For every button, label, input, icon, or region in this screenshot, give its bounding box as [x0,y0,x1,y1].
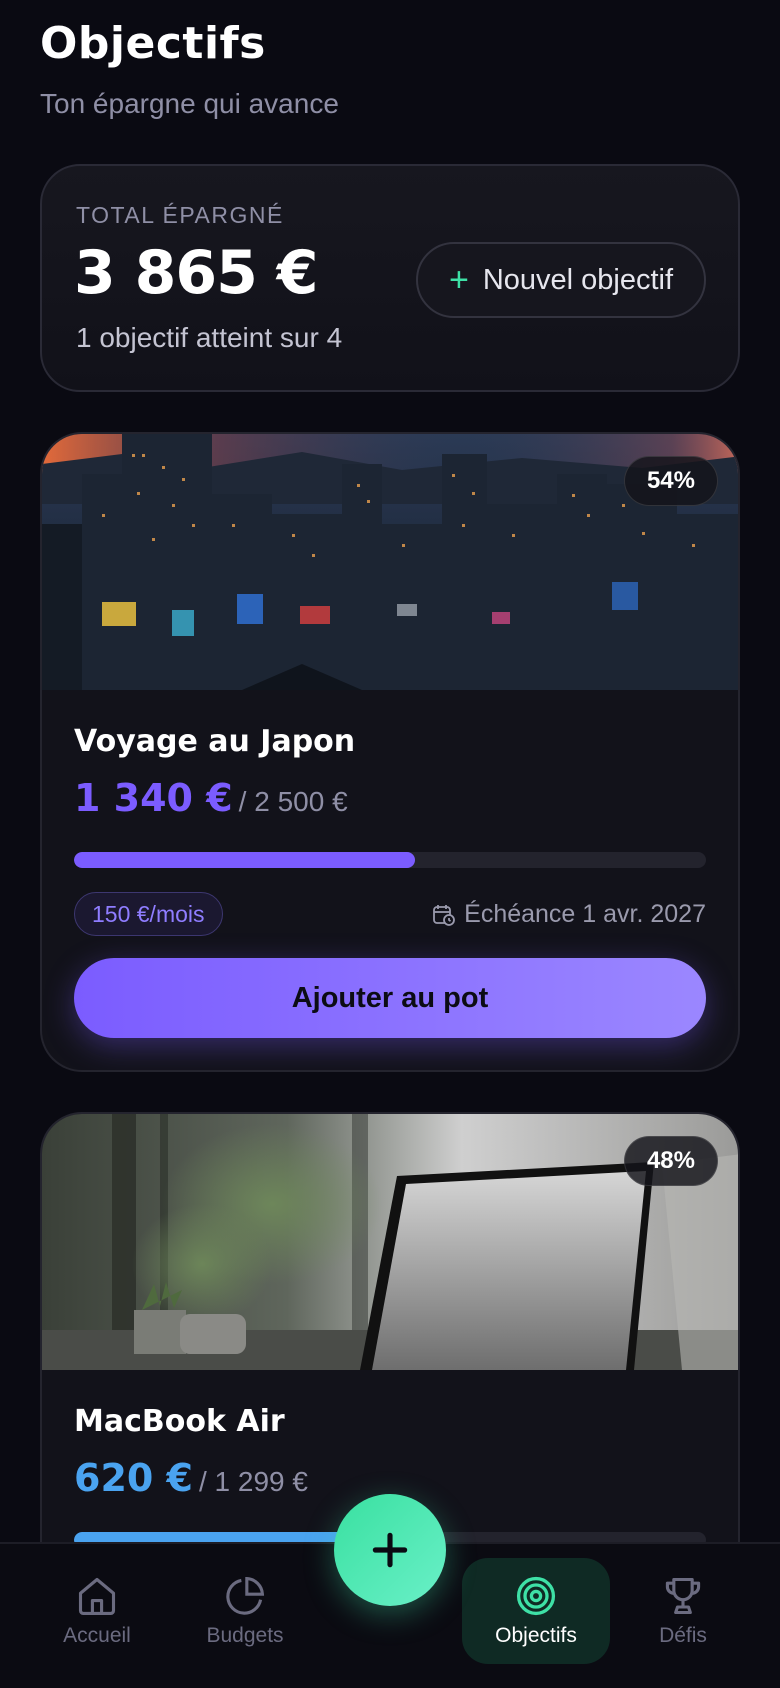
page-title: Objectifs [40,18,266,69]
nav-label: Budgets [206,1624,284,1647]
goals-achieved-status: 1 objectif atteint sur 4 [76,322,343,353]
page-subtitle: Ton épargne qui avance [40,88,339,119]
goal-amounts: 620 €/ 1 299 € [74,1456,308,1500]
trophy-icon [665,1577,701,1615]
goal-deadline: Échéance 1 avr. 2027 [432,900,706,929]
plus-icon: + [448,261,469,299]
percent-badge: 54% [623,456,718,506]
nav-item-defis[interactable]: Défis [618,1558,748,1664]
total-saved-amount: 3 865 € [74,238,319,308]
goal-saved-amount: 1 340 € [74,776,233,820]
pie-chart-icon [226,1576,265,1615]
nav-item-budgets[interactable]: Budgets [180,1558,310,1664]
goal-progress-bar [74,852,706,868]
goal-target-amount: / 2 500 € [238,786,348,817]
home-icon [78,1577,116,1615]
goal-progress-fill [74,852,416,868]
nav-label: Accueil [63,1624,131,1647]
add-transaction-fab[interactable] [334,1494,446,1606]
summary-card: TOTAL ÉPARGNÉ 3 865 € 1 objectif atteint… [40,164,740,392]
nav-label: Objectifs [495,1624,577,1647]
target-icon [516,1576,556,1616]
nav-item-objectifs[interactable]: Objectifs [462,1558,610,1664]
goal-card[interactable]: 54% Voyage au Japon 1 340 €/ 2 500 € 150… [40,432,740,1072]
goal-name: Voyage au Japon [74,724,356,759]
total-saved-label: TOTAL ÉPARGNÉ [76,202,284,228]
goal-deadline-text: Échéance 1 avr. 2027 [464,900,706,928]
nav-label: Défis [659,1624,707,1647]
goal-target-amount: / 1 299 € [199,1466,308,1497]
goal-image-laptop: 48% [42,1114,738,1370]
goal-amounts: 1 340 €/ 2 500 € [74,776,348,820]
new-goal-button[interactable]: + Nouvel objectif [416,242,706,318]
goal-image-city-night: 54% [42,434,738,690]
nav-item-accueil[interactable]: Accueil [32,1558,162,1664]
plus-icon [372,1532,408,1568]
goal-name: MacBook Air [74,1404,285,1439]
add-to-pot-button[interactable]: Ajouter au pot [74,958,706,1038]
monthly-contribution-chip: 150 €/mois [74,892,223,936]
goal-saved-amount: 620 € [74,1456,193,1500]
new-goal-label: Nouvel objectif [482,263,674,296]
percent-badge: 48% [623,1136,718,1186]
calendar-clock-icon [433,904,456,926]
